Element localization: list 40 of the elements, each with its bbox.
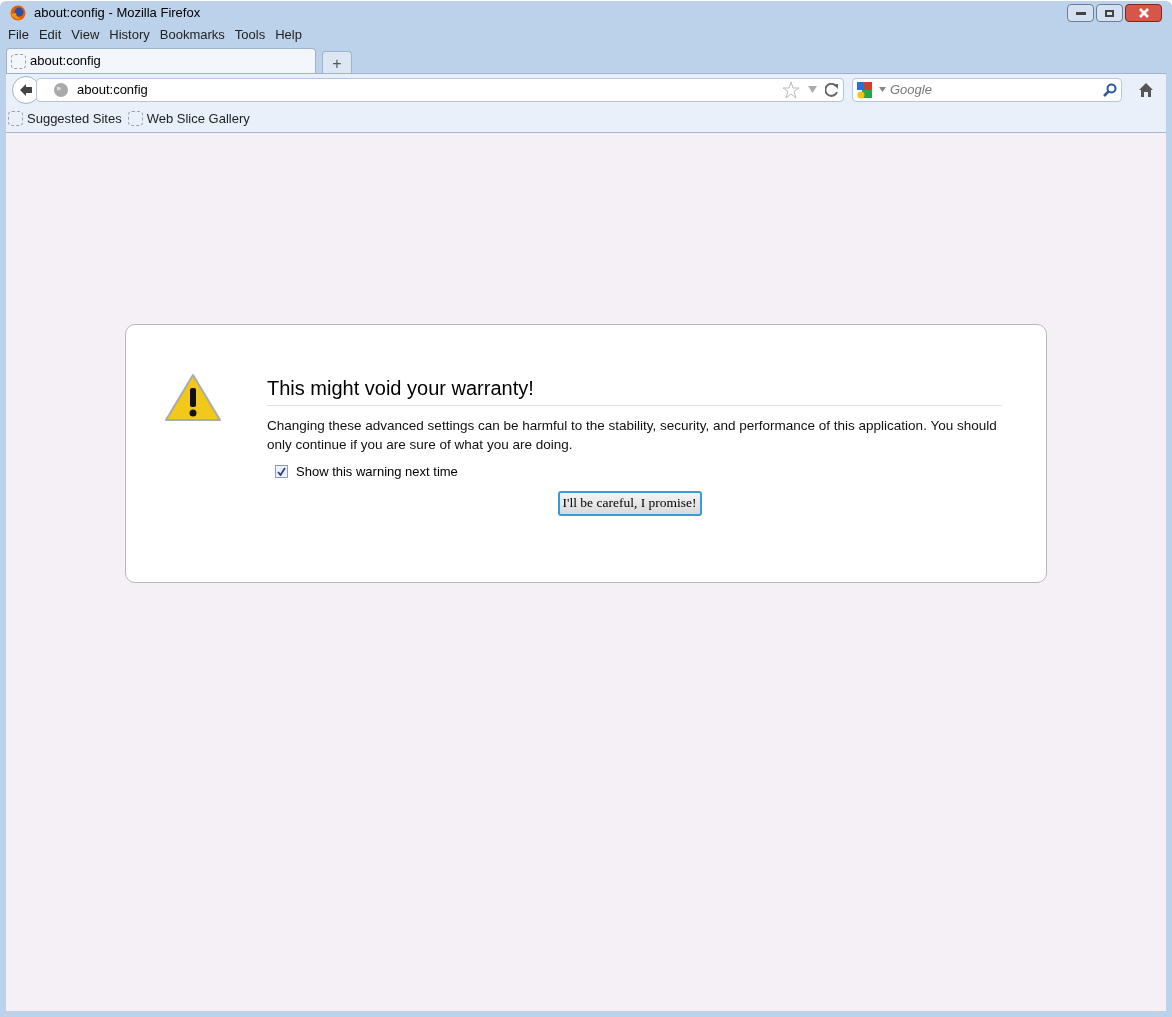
maximize-button[interactable] (1096, 4, 1123, 22)
close-icon (1138, 8, 1149, 18)
confirm-button[interactable]: I'll be careful, I promise! (557, 490, 702, 516)
page-icon (11, 53, 26, 69)
browser-logo-icon (10, 5, 26, 21)
page-icon (8, 111, 23, 126)
home-icon[interactable] (1138, 81, 1154, 98)
menu-item[interactable]: View (71, 25, 100, 45)
search-field[interactable]: Google (890, 79, 1099, 100)
address-text: about:config (77, 80, 148, 99)
search-engine-icon (857, 80, 875, 99)
search-bar[interactable]: Google (852, 77, 1122, 102)
warning-icon (164, 373, 222, 423)
bookmark-label: Suggested Sites (27, 109, 122, 128)
search-icon[interactable] (1103, 82, 1117, 97)
star-icon[interactable] (782, 80, 800, 99)
browser-tab[interactable]: about:config (6, 48, 316, 73)
bookmark-item[interactable]: Suggested Sites (8, 108, 122, 129)
page-icon (127, 111, 143, 126)
menu-item[interactable]: Help (275, 25, 302, 45)
new-tab-button[interactable]: + (322, 51, 352, 73)
warning-checkbox[interactable]: Show this warning next time (275, 462, 1002, 482)
menu-item[interactable]: Bookmarks (159, 25, 225, 45)
reload-icon[interactable] (825, 82, 839, 97)
menu-item[interactable]: History (109, 25, 150, 45)
close-button[interactable] (1125, 4, 1162, 22)
warning-title: This might void your warranty! (267, 373, 1002, 406)
globe-icon (53, 81, 69, 98)
menu-item[interactable]: File (8, 25, 29, 45)
address-bar[interactable]: about:config (36, 77, 844, 102)
tab-title: about:config (30, 52, 101, 71)
menu-item[interactable]: Edit (38, 25, 62, 45)
minimize-button[interactable] (1067, 4, 1094, 22)
dropdown-icon[interactable] (879, 87, 886, 92)
warning-message: Changing these advanced settings can be harmful to the stability, security, and performance of this application. You should only continue if you are sure of what you are doing. (267, 417, 998, 454)
checkbox[interactable] (275, 465, 288, 479)
bookmark-label: Web Slice Gallery (146, 109, 250, 128)
bookmark-item[interactable]: Web Slice Gallery (127, 108, 250, 129)
window-title: about:config - Mozilla Firefox (34, 4, 201, 23)
menu-item[interactable]: Tools (234, 25, 266, 45)
